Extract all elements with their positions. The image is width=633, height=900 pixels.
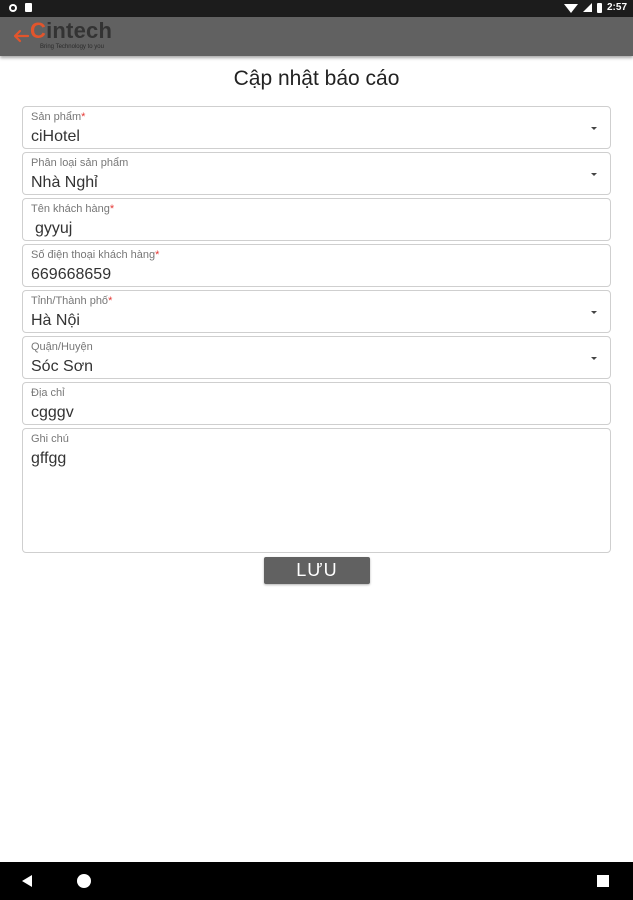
district-value: Sóc Sơn: [31, 358, 94, 375]
app-bar: Cintech Bring Technology to you: [0, 17, 633, 56]
district-label: Quận/Huyện: [31, 341, 93, 353]
dropdown-caret-icon: [591, 357, 597, 360]
dropdown-caret-icon: [591, 173, 597, 176]
nav-back-icon[interactable]: [22, 875, 32, 887]
address-label: Địa chỉ: [31, 387, 65, 399]
province-select[interactable]: Tỉnh/Thành phố* Hà Nội: [22, 290, 611, 333]
nav-home-icon[interactable]: [77, 874, 91, 888]
customer-phone-value: 669668659: [31, 266, 112, 283]
product-type-select[interactable]: Phân loại sản phẩm Nhà Nghỉ: [22, 152, 611, 195]
logo-tagline: Bring Technology to you: [40, 44, 104, 50]
customer-phone-label: Số điện thoại khách hàng*: [31, 249, 160, 261]
address-field[interactable]: Địa chỉ cgggv: [22, 382, 611, 425]
app-logo: Cintech Bring Technology to you: [30, 18, 113, 50]
logo-wordmark: Cintech: [30, 18, 113, 43]
province-label: Tỉnh/Thành phố*: [31, 295, 113, 307]
battery-icon: [596, 2, 602, 13]
note-textarea[interactable]: Ghi chú gffgg: [22, 428, 611, 553]
product-label: Sản phẩm*: [31, 111, 86, 123]
note-label: Ghi chú: [31, 433, 69, 445]
wifi-icon: [563, 3, 578, 13]
customer-phone-field[interactable]: Số điện thoại khách hàng* 669668659: [22, 244, 611, 287]
product-select[interactable]: Sản phẩm* ciHotel: [22, 106, 611, 149]
product-value: ciHotel: [31, 128, 80, 145]
customer-name-field[interactable]: Tên khách hàng* gyyuj: [22, 198, 611, 241]
customer-name-label: Tên khách hàng*: [31, 203, 115, 215]
address-value: cgggv: [31, 404, 74, 421]
nav-recent-apps-icon[interactable]: [597, 875, 609, 887]
product-type-value: Nhà Nghỉ: [31, 174, 98, 191]
status-bar: 2:57: [0, 0, 633, 17]
note-value: gffgg: [31, 450, 67, 467]
page-title: Cập nhật báo cáo: [233, 67, 400, 90]
status-time: 2:57: [606, 2, 627, 13]
product-type-label: Phân loại sản phẩm: [31, 157, 129, 169]
dropdown-caret-icon: [591, 127, 597, 130]
customer-name-value: gyyuj: [35, 220, 73, 237]
dropdown-caret-icon: [591, 311, 597, 314]
navigation-bar: [0, 862, 633, 900]
signal-icon: [582, 3, 592, 12]
save-button[interactable]: LƯU: [264, 557, 370, 584]
back-arrow-icon[interactable]: [10, 25, 32, 47]
province-value: Hà Nội: [31, 312, 80, 329]
file-icon: [25, 3, 32, 12]
screen: 2:57 Cintech Bring Technology to you Cập…: [0, 0, 633, 900]
notification-icon: [9, 3, 17, 12]
district-select[interactable]: Quận/Huyện Sóc Sơn: [22, 336, 611, 379]
